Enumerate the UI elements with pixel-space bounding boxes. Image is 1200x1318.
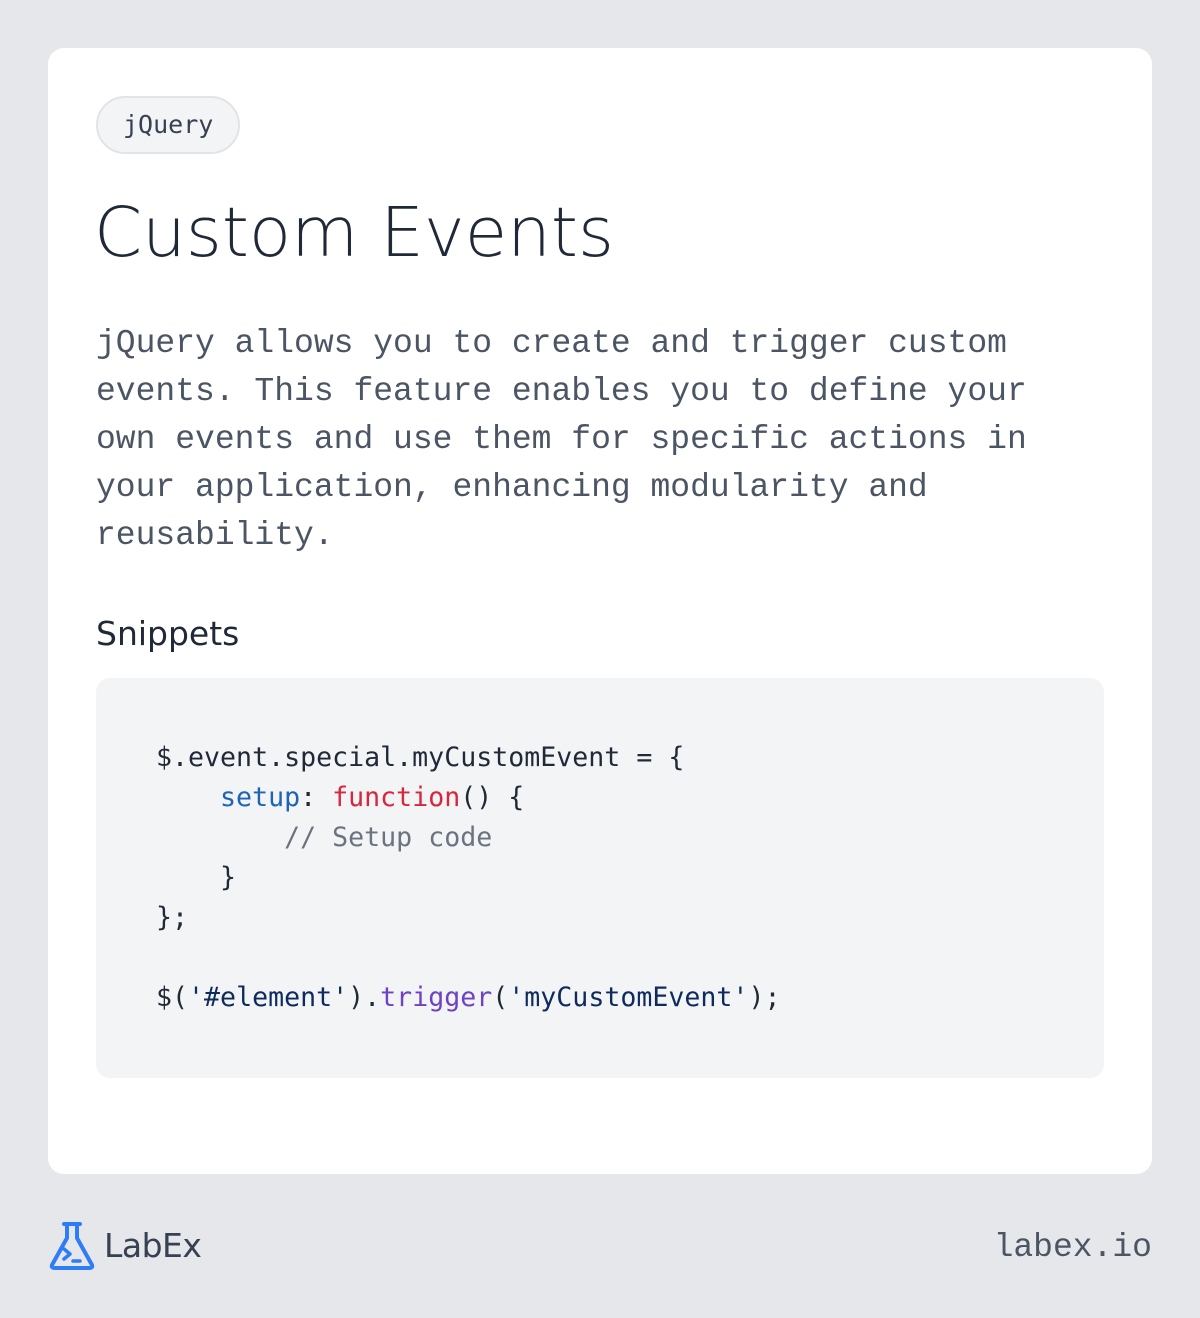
brand-name: LabEx	[104, 1226, 202, 1265]
code-token-method: trigger	[380, 982, 493, 1013]
code-line: };	[156, 902, 189, 933]
footer-domain[interactable]: labex.io	[994, 1224, 1152, 1272]
labex-logo[interactable]: LabEx	[48, 1220, 202, 1272]
code-snippet[interactable]: $.event.special.myCustomEvent = { setup:…	[96, 678, 1104, 1078]
code-token-keyword: function	[332, 782, 461, 813]
content-card: jQuery Custom Events jQuery allows you t…	[48, 48, 1152, 1174]
description: jQuery allows you to create and trigger …	[96, 325, 1027, 554]
code-line: }	[156, 862, 237, 893]
code-line: $.event.special.myCustomEvent = {	[156, 742, 685, 773]
flask-icon	[49, 1222, 95, 1270]
code-token-string: 'myCustomEvent'	[508, 982, 749, 1013]
topic-tag[interactable]: jQuery	[96, 96, 241, 154]
section-title-snippets: Snippets	[96, 614, 240, 653]
code-token-property: setup	[220, 782, 301, 813]
code-content: $.event.special.myCustomEvent = { setup:…	[156, 742, 781, 1013]
code-token-string: '#element'	[188, 982, 349, 1013]
page-title: Custom Events	[94, 193, 614, 273]
code-token-comment: // Setup code	[284, 822, 493, 853]
